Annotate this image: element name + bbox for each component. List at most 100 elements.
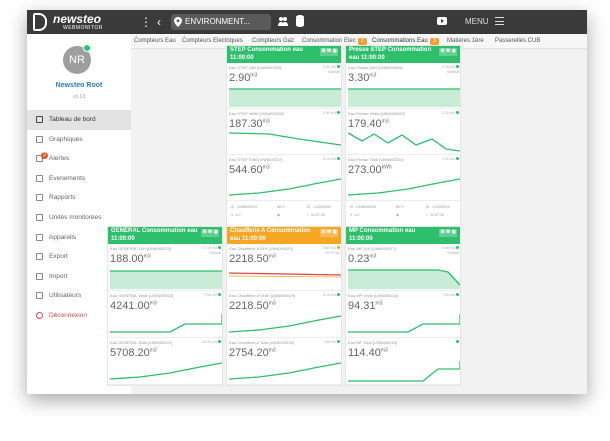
- sidebar-item-label: Import: [49, 272, 68, 280]
- status-dot: [218, 340, 221, 343]
- sensor-label: Eau MP Veille [UNN000016]: [348, 293, 399, 298]
- footer-battery: ≡ -1.C: [231, 213, 241, 217]
- sensor-meta: 7.50 m3: [323, 340, 340, 345]
- sensor-section[interactable]: Eau GENERAL Total [UNN000021] 5708.20m3 19…: [108, 338, 222, 385]
- youtube-icon[interactable]: [437, 17, 447, 25]
- sensor-section[interactable]: Eau GENERAL 24H [UNN000023] 188.00m3 17.00…: [108, 244, 222, 291]
- tab-0[interactable]: Compteurs Eau: [134, 34, 176, 49]
- value-unit: m3: [250, 72, 258, 79]
- kebab-menu-icon[interactable]: ⋮: [140, 15, 152, 29]
- meta-delta: -0.06 m3: [440, 246, 455, 250]
- sensor-label: Eau GENERAL Total [UNN000021]: [110, 340, 173, 345]
- sidebar-item-4[interactable]: Rapports: [27, 188, 131, 208]
- sensor-section[interactable]: Eau MP Veille [UNN000016] 94.31m3 7.00 m3: [346, 291, 460, 338]
- meta-status: Normal: [209, 251, 221, 255]
- database-icon[interactable]: [296, 15, 304, 27]
- meta-status: Normal: [447, 251, 459, 255]
- sensor-section[interactable]: Eau Chaufferie A Total [UNN000018] 2754.2…: [227, 338, 341, 385]
- sidebar-item-3[interactable]: Evenements: [27, 169, 131, 189]
- value-unit: m3: [268, 300, 276, 307]
- footer-timestamp: ✓ 12:07:39: [426, 213, 444, 217]
- consumption-card[interactable]: Chaufferie A Consommation eau 11:00:00 ⊞ …: [226, 226, 342, 386]
- sensor-label: Eau Presse Total [UNN000024]: [348, 157, 404, 162]
- sidebar-item-5[interactable]: Unités monitorées: [27, 208, 131, 228]
- monitor-icon: [36, 116, 43, 123]
- sensor-section[interactable]: Eau Presse 24H [UNN000026] 3.30m3 0.30 m3 N…: [346, 63, 460, 109]
- calendar-icon: [36, 174, 43, 182]
- hamburger-menu-icon[interactable]: [495, 17, 504, 25]
- sensor-section[interactable]: Eau MP Total [UNN000015] 114.40m3: [346, 338, 460, 385]
- sensor-label: Eau Chaufferie A Veille [UNN000019]: [229, 293, 295, 298]
- tab-label: Consommations Eau: [372, 38, 428, 44]
- card-actions-icon[interactable]: ⊞ ✉ ◉: [201, 229, 219, 237]
- sensor-meta: 7.00 m3: [442, 293, 459, 298]
- card-title: GENERAL Consommation eau 11:00:00: [111, 228, 198, 242]
- footer-battery: ≡ -1.C: [350, 213, 360, 217]
- meta-delta: 1.20 m3: [442, 157, 455, 161]
- status-dot: [456, 293, 459, 296]
- sparkline-area: [348, 89, 460, 107]
- sidebar-item-2[interactable]: 2 Alertes: [27, 149, 131, 169]
- card-footer: ZI - UNN000029 80°C ZI - CU000029 ≡ -1.C ◉ ✓ …: [227, 201, 341, 228]
- user-name[interactable]: Newsteo Root: [27, 82, 131, 89]
- chart-icon: [36, 135, 43, 143]
- status-dot: [337, 65, 340, 68]
- value-unit: m3: [380, 347, 388, 354]
- status-dot: [218, 246, 221, 249]
- status-dot: [456, 65, 459, 68]
- sensor-meta: 4.10 m3: [323, 293, 340, 298]
- back-chevron-icon[interactable]: ‹: [157, 14, 161, 30]
- environment-selector[interactable]: ENVIRONMENT...: [171, 14, 271, 30]
- import-icon: [36, 272, 43, 280]
- sensor-section[interactable]: Eau GENERAL Veille [UNN000022] 4241.00m3 7…: [108, 291, 222, 338]
- footer-gateway: ZI - CU000024: [426, 205, 450, 209]
- consumption-card[interactable]: GENERAL Consommation eau 11:00:00 ⊞ ✉ ◉ Ea…: [107, 226, 223, 386]
- sensor-label: Eau GENERAL Veille [UNN000022]: [110, 293, 174, 298]
- menu-label[interactable]: MENU: [465, 15, 489, 29]
- consumption-card[interactable]: STEP Consommation eau 11:00:00 ⊞ ✉ ◉ Eau S…: [226, 45, 342, 231]
- sparkline-area: [229, 89, 341, 107]
- value-unit: m3: [381, 118, 389, 125]
- sensor-section[interactable]: Eau Presse Veille [UNN000025] 179.40m3 -1.…: [346, 109, 460, 155]
- sensor-section[interactable]: Eau Chaufferie A 24H [UNN000020] 2218.50m…: [227, 244, 341, 291]
- sparkline-chart: [110, 362, 222, 380]
- sidebar-item-label: Alertes: [49, 155, 70, 163]
- footer-sensor: ZI - UNN000029: [231, 205, 258, 209]
- users-group-icon[interactable]: [278, 16, 288, 26]
- card-actions-icon[interactable]: ⊞ ✉ ◉: [439, 48, 457, 56]
- value-unit: kWh: [381, 164, 392, 171]
- sensor-section[interactable]: Eau Presse Total [UNN000024] 273.00kWh 1.2…: [346, 155, 460, 201]
- sparkline-line: [110, 362, 222, 380]
- tab-6[interactable]: Passerelles CUB: [495, 34, 540, 49]
- consumption-card[interactable]: Presse STEP Consommation eau 11:00:00 ⊞ ✉…: [345, 45, 461, 231]
- sensor-section[interactable]: Eau Chaufferie A Veille [UNN000019] 2218.…: [227, 291, 341, 338]
- sidebar-item-0[interactable]: Tableau de bord: [27, 110, 131, 130]
- card-actions-icon[interactable]: ⊞ ✉ ◉: [439, 229, 457, 237]
- sparkline-area: [348, 270, 460, 289]
- newsteo-logo[interactable]: newsteo WEBMONITOR: [33, 13, 131, 31]
- top-bar: newsteo WEBMONITOR ⋮ ‹ ENVIRONMENT... ME…: [27, 10, 587, 34]
- status-dot: [337, 157, 340, 160]
- card-actions-icon[interactable]: ⊞ ✉ ◉: [320, 229, 338, 237]
- logo-mark-icon: [33, 13, 47, 31]
- footer-timestamp: ✓ 12:07:39: [307, 213, 325, 217]
- sparkline-line: [348, 314, 460, 333]
- card-actions-icon[interactable]: ⊞ ✉ ◉: [320, 48, 338, 56]
- card-title: Presse STEP Consommation eau 11:00:00: [349, 47, 432, 61]
- sparkline-line: [348, 178, 460, 196]
- meta-status: Normal: [447, 70, 459, 74]
- tab-label: Compteurs Electriques: [182, 38, 243, 44]
- sidebar-item-label: Graphiques: [49, 135, 83, 143]
- status-dot: [337, 246, 340, 249]
- sensor-label: Eau Chaufferie A 24H [UNN000020]: [229, 246, 293, 251]
- sensor-section[interactable]: Eau STEP Veille [UNN000028] 187.30m3 -0.50…: [227, 109, 341, 155]
- sensor-section[interactable]: Eau STEP 24H [UNN000029] 2.90m3 0.90 m3 Nor…: [227, 63, 341, 109]
- sensor-section[interactable]: Eau MP 24H [UNN000017] 0.23m3 -0.06 m3 Norm…: [346, 244, 460, 291]
- consumption-card[interactable]: MP Consommation eau 11:00:00 ⊞ ✉ ◉ Eau MP …: [345, 226, 461, 386]
- sidebar-item-1[interactable]: Graphiques: [27, 130, 131, 150]
- sidebar-item-label: Déconnexion: [49, 311, 87, 319]
- logo-subtitle: WEBMONITOR: [63, 25, 103, 31]
- meta-delta: 7.50 m3: [323, 340, 336, 344]
- footer-signal-icon: ◉: [396, 213, 400, 217]
- sensor-section[interactable]: Eau STEP Total [UNN000027] 544.60m3 4.10 m…: [227, 155, 341, 201]
